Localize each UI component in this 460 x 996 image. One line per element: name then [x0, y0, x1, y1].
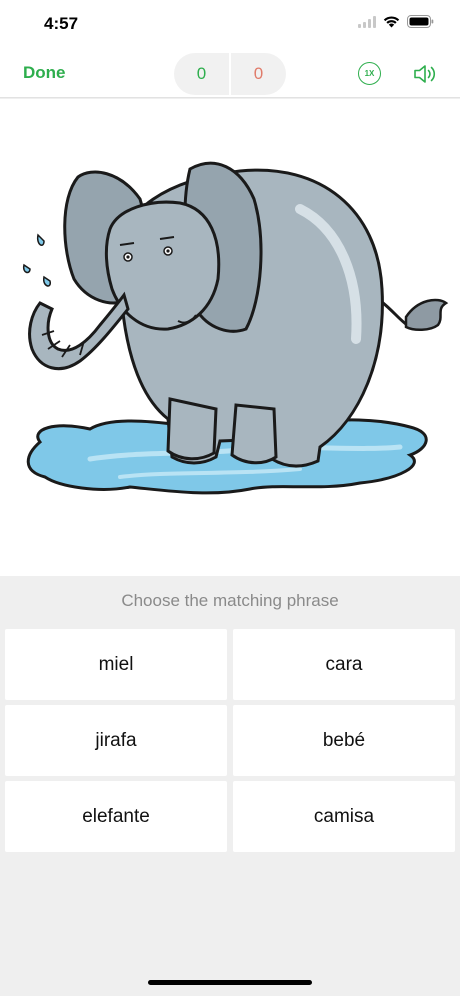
question-prompt: Choose the matching phrase [121, 591, 339, 610]
answer-option[interactable]: miel [5, 629, 227, 700]
wifi-icon [383, 15, 400, 33]
question-image [0, 99, 460, 576]
answer-option[interactable]: camisa [233, 781, 455, 852]
signal-icon [358, 15, 376, 33]
answer-grid: miel cara jirafa bebé elefante camisa [5, 629, 455, 852]
answer-option[interactable]: bebé [233, 705, 455, 776]
answer-option[interactable]: cara [233, 629, 455, 700]
speaker-icon[interactable] [412, 62, 438, 86]
playback-speed-button[interactable]: 1X [358, 62, 381, 85]
top-bar: Done 0 0 1X [0, 50, 460, 98]
correct-count: 0 [196, 64, 207, 83]
wrong-count: 0 [253, 64, 264, 83]
done-button[interactable]: Done [23, 63, 66, 83]
home-indicator[interactable] [148, 980, 312, 985]
status-icons [358, 15, 434, 33]
score-counter: 0 0 [174, 53, 286, 95]
elephant-illustration [22, 161, 449, 495]
status-time: 4:57 [44, 14, 79, 33]
answer-option[interactable]: jirafa [5, 705, 227, 776]
answer-option[interactable]: elefante [5, 781, 227, 852]
battery-icon [407, 15, 434, 33]
status-bar: 4:57 [0, 0, 460, 50]
